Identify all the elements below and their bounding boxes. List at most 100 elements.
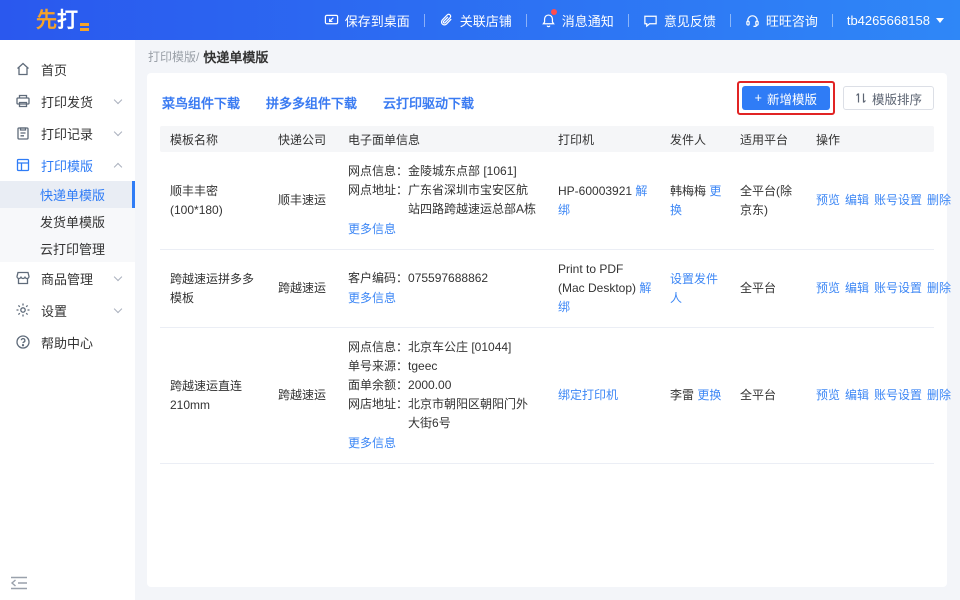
cell-platform: 全平台 xyxy=(730,250,806,328)
collapse-sidebar-icon[interactable] xyxy=(10,576,28,590)
notifications-button[interactable]: 消息通知 xyxy=(541,11,614,30)
cell-template-name: 跨越速运直连210mm xyxy=(160,328,268,464)
feedback-button[interactable]: 意见反馈 xyxy=(643,11,716,30)
wangwang-support-label: 旺旺咨询 xyxy=(766,11,818,30)
app-logo[interactable]: 先 打 xyxy=(36,10,89,31)
logo-accent-mark xyxy=(80,23,89,31)
wangwang-support-button[interactable]: 旺旺咨询 xyxy=(745,11,818,30)
sidebar-nav: 首页 打印发货 打印记录 打印模版 快递单模版 发货单模版 云打印管理 xyxy=(0,40,135,600)
preview-link[interactable]: 预览 xyxy=(816,193,840,207)
delete-link[interactable]: 删除 xyxy=(927,388,951,402)
home-icon xyxy=(15,61,31,77)
sidebar-item-print-templates[interactable]: 打印模版 xyxy=(0,149,135,181)
account-menu[interactable]: tb4265668158 xyxy=(847,13,944,28)
top-menu: 保存到桌面 关联店铺 消息通知 意见反馈 旺旺咨询 xyxy=(324,11,944,30)
add-template-label: 新增模版 xyxy=(767,89,817,108)
sidebar-item-print-records[interactable]: 打印记录 xyxy=(0,117,135,149)
waybill-value: 广东省深圳市宝安区航站四路跨越速运总部A栋 xyxy=(408,181,540,219)
waybill-label: 客户编码： xyxy=(348,269,408,288)
chevron-down-icon xyxy=(114,304,122,312)
sidebar-item-label: 打印模版 xyxy=(41,156,93,175)
breadcrumb-parent[interactable]: 打印模版/ xyxy=(148,48,199,65)
more-info-link[interactable]: 更多信息 xyxy=(348,289,396,308)
templates-table: 模板名称 快递公司 电子面单信息 打印机 发件人 适用平台 操作 顺丰丰密(10… xyxy=(160,126,934,464)
sidebar-item-print-ship[interactable]: 打印发货 xyxy=(0,85,135,117)
cainiao-component-download-link[interactable]: 菜鸟组件下载 xyxy=(162,93,240,112)
account-settings-link[interactable]: 账号设置 xyxy=(874,193,922,207)
waybill-label: 网点地址： xyxy=(348,181,408,219)
edit-link[interactable]: 编辑 xyxy=(845,388,869,402)
cell-sender: 设置发件人 xyxy=(660,250,730,328)
sender-name: 李雷 xyxy=(670,388,694,402)
sidebar-subitem-express-template[interactable]: 快递单模版 xyxy=(0,181,135,208)
printer-name: HP-60003921 xyxy=(558,184,632,198)
menu-separator xyxy=(730,14,731,27)
top-header: 先 打 保存到桌面 关联店铺 消息通知 意见反馈 xyxy=(0,0,960,40)
sidebar-item-label: 商品管理 xyxy=(41,269,93,288)
edit-link[interactable]: 编辑 xyxy=(845,193,869,207)
logo-text-white: 打 xyxy=(57,10,78,31)
sidebar-subitem-label: 发货单模版 xyxy=(40,212,105,231)
cell-sender: 韩梅梅 更换 xyxy=(660,152,730,250)
cell-platform: 全平台(除京东) xyxy=(730,152,806,250)
sidebar-item-home[interactable]: 首页 xyxy=(0,53,135,85)
waybill-label: 面单余额： xyxy=(348,376,408,395)
account-settings-link[interactable]: 账号设置 xyxy=(874,388,922,402)
print-templates-submenu: 快递单模版 发货单模版 云打印管理 xyxy=(0,181,135,262)
add-template-button[interactable]: + 新增模版 xyxy=(742,86,830,110)
plus-icon: + xyxy=(755,91,762,105)
menu-separator xyxy=(526,14,527,27)
sidebar-item-label: 首页 xyxy=(41,60,67,79)
menu-separator xyxy=(832,14,833,27)
save-to-desktop-label: 保存到桌面 xyxy=(345,11,410,30)
edit-link[interactable]: 编辑 xyxy=(845,281,869,295)
sidebar-item-label: 设置 xyxy=(41,301,67,320)
bind-printer-link[interactable]: 绑定打印机 xyxy=(558,388,618,402)
waybill-label: 网点信息： xyxy=(348,338,408,357)
sidebar-item-help[interactable]: 帮助中心 xyxy=(0,326,135,358)
preview-link[interactable]: 预览 xyxy=(816,388,840,402)
preview-link[interactable]: 预览 xyxy=(816,281,840,295)
sort-templates-button[interactable]: 模版排序 xyxy=(843,86,934,110)
chevron-down-icon xyxy=(114,95,122,103)
sidebar-subitem-cloud-print[interactable]: 云打印管理 xyxy=(0,235,135,262)
sidebar-item-label: 打印发货 xyxy=(41,92,93,111)
cloud-print-driver-download-link[interactable]: 云打印驱动下载 xyxy=(383,93,474,112)
cell-courier: 顺丰速运 xyxy=(268,152,338,250)
pdd-component-download-link[interactable]: 拼多多组件下载 xyxy=(266,93,357,112)
menu-separator xyxy=(628,14,629,27)
notification-badge xyxy=(551,9,557,15)
cell-printer: HP-60003921 解绑 xyxy=(548,152,660,250)
col-template-name: 模板名称 xyxy=(160,126,268,152)
more-info-link[interactable]: 更多信息 xyxy=(348,220,396,239)
col-printer: 打印机 xyxy=(548,126,660,152)
waybill-value: 北京市朝阳区朝阳门外大街6号 xyxy=(408,395,540,433)
save-to-desktop-button[interactable]: 保存到桌面 xyxy=(324,11,410,30)
sidebar-item-goods[interactable]: 商品管理 xyxy=(0,262,135,294)
sidebar-subitem-shipping-template[interactable]: 发货单模版 xyxy=(0,208,135,235)
more-info-link[interactable]: 更多信息 xyxy=(348,434,396,453)
store-icon xyxy=(15,270,31,286)
cell-printer: Print to PDF (Mac Desktop) 解绑 xyxy=(548,250,660,328)
account-settings-link[interactable]: 账号设置 xyxy=(874,281,922,295)
waybill-value: 075597688862 xyxy=(408,269,540,288)
link-shop-button[interactable]: 关联店铺 xyxy=(439,11,512,30)
delete-link[interactable]: 删除 xyxy=(927,281,951,295)
cell-printer: 绑定打印机 xyxy=(548,328,660,464)
sidebar-item-settings[interactable]: 设置 xyxy=(0,294,135,326)
change-sender-link[interactable]: 更换 xyxy=(697,388,721,402)
cell-template-name: 跨越速运拼多多模板 xyxy=(160,250,268,328)
cell-waybill-info: 网点信息：金陵城东点部 [1061] 网点地址：广东省深圳市宝安区航站四路跨越速… xyxy=(338,152,548,250)
desktop-save-icon xyxy=(324,13,339,28)
link-shop-label: 关联店铺 xyxy=(460,11,512,30)
waybill-label: 单号来源： xyxy=(348,357,408,376)
col-operations: 操作 xyxy=(806,126,934,152)
printer-icon xyxy=(15,93,31,109)
paperclip-icon xyxy=(439,13,454,28)
feedback-label: 意见反馈 xyxy=(664,11,716,30)
cell-operations: 预览编辑账号设置删除 xyxy=(806,152,934,250)
sidebar-item-label: 帮助中心 xyxy=(41,333,93,352)
gear-icon xyxy=(15,302,31,318)
set-sender-link[interactable]: 设置发件人 xyxy=(670,272,718,305)
delete-link[interactable]: 删除 xyxy=(927,193,951,207)
